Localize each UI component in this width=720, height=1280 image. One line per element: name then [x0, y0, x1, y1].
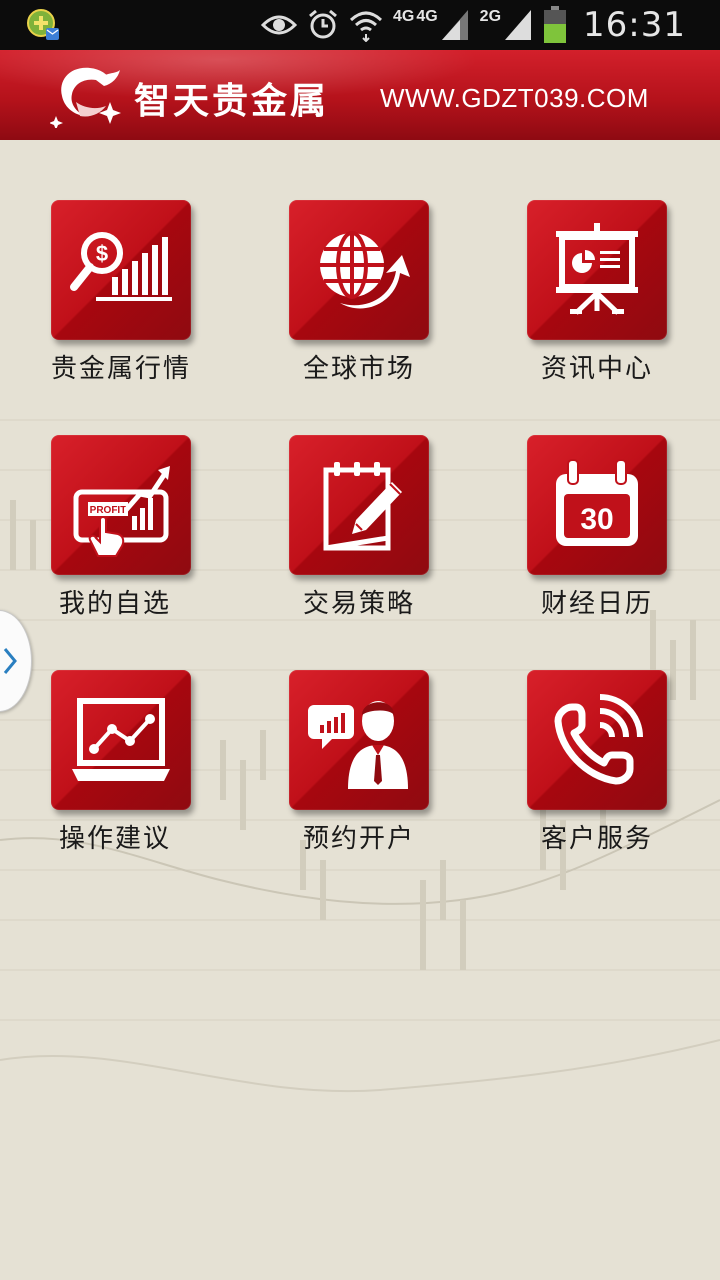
menu-label: 我的自选 [58, 589, 171, 619]
menu-label: 资讯中心 [540, 354, 653, 384]
menu-item-financial-calendar[interactable]: 30 [527, 435, 667, 575]
alarm-icon [307, 9, 339, 41]
menu-label: 贵金属行情 [50, 354, 191, 384]
menu-item-my-watchlist[interactable]: PROFIT [51, 435, 191, 575]
calendar-day: 30 [580, 503, 613, 536]
menu-item-account-appointment[interactable] [289, 670, 429, 810]
menu-label: 客户服务 [540, 824, 653, 854]
globe-icon [320, 231, 410, 309]
chevron-right-icon [3, 648, 17, 674]
menu-item-precious-metal-quotes[interactable]: $ [51, 200, 191, 340]
profit-tablet-icon: PROFIT [73, 466, 170, 557]
dragon-logo-icon [49, 62, 130, 130]
presentation-board-icon [556, 223, 638, 315]
dollar-sign: $ [96, 241, 108, 266]
menu-label: 交易策略 [302, 589, 415, 619]
profit-label: PROFIT [90, 505, 127, 516]
network-type-label: 4G [392, 8, 415, 25]
menu-item-trading-strategy[interactable] [289, 435, 429, 575]
brand-url: WWW.GDZT039.COM [380, 83, 649, 113]
calendar-icon: 30 [556, 459, 638, 546]
status-bar: 4G 4G 2G 16:31 [0, 0, 720, 50]
brand-name: 智天贵金属 [134, 81, 330, 122]
menu-item-global-markets[interactable] [289, 200, 429, 340]
laptop-chart-icon [72, 698, 170, 781]
signal-icon [440, 8, 470, 42]
phone-icon [554, 694, 643, 785]
signal-icon [503, 8, 533, 42]
menu-item-customer-service[interactable] [527, 670, 667, 810]
clock: 16:31 [583, 5, 686, 45]
network-type-label: 2G [479, 8, 502, 25]
consultant-icon [308, 701, 408, 789]
notepad-pen-icon [323, 462, 402, 551]
wifi-icon [349, 8, 383, 42]
price-chart-icon: $ [70, 232, 172, 301]
app-header: 智天贵金属 WWW.GDZT039.COM [0, 50, 720, 140]
menu-label: 财经日历 [540, 589, 653, 619]
menu-label: 全球市场 [302, 354, 415, 384]
menu-item-news-center[interactable] [527, 200, 667, 340]
network-type-label: 4G [416, 8, 438, 25]
menu-item-trading-advice[interactable] [51, 670, 191, 810]
menu-label: 预约开户 [302, 824, 415, 854]
battery-icon [543, 6, 567, 44]
eye-icon [260, 13, 297, 37]
menu-label: 操作建议 [58, 824, 171, 854]
app-notification-icon [26, 8, 60, 42]
